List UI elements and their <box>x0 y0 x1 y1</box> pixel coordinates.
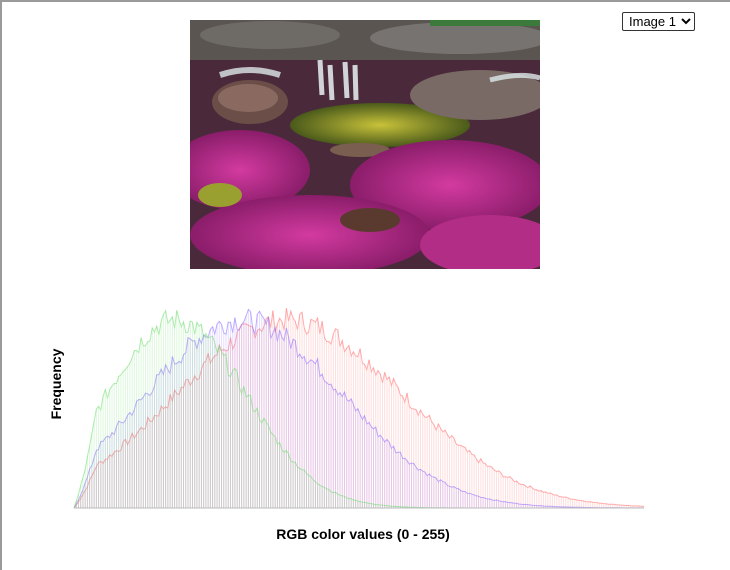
histogram-series-1 <box>73 308 645 509</box>
river-photo <box>190 20 540 269</box>
histogram-outline <box>73 308 644 509</box>
histogram-series-2 <box>73 309 644 509</box>
x-axis-label: RGB color values (0 - 255) <box>276 526 450 542</box>
y-axis-label: Frequency <box>48 348 64 420</box>
image-select[interactable]: Image 1 <box>622 12 695 31</box>
rgb-histogram <box>73 308 645 509</box>
histogram-series-0 <box>73 308 645 509</box>
histogram-outline <box>73 309 644 509</box>
histogram-outline <box>73 308 644 509</box>
